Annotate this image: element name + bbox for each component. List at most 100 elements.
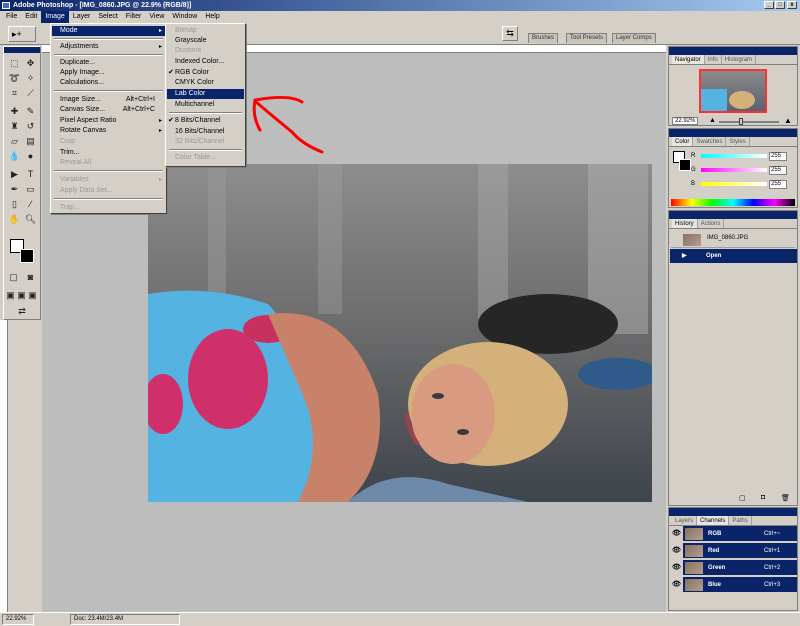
- palette-well-icon[interactable]: ⇆: [502, 26, 518, 41]
- new-snapshot-icon[interactable]: ◘: [761, 494, 765, 501]
- screen-mode-full-menu-icon[interactable]: ▣: [16, 289, 27, 301]
- menu-file[interactable]: File: [2, 11, 21, 23]
- tab-layers[interactable]: Layers: [672, 516, 698, 525]
- color-spectrum-bar[interactable]: [671, 199, 795, 206]
- well-tab-layer-comps[interactable]: Layer Comps: [612, 33, 656, 43]
- tab-channels[interactable]: Channels: [697, 516, 730, 525]
- color-bg-swatch[interactable]: [679, 159, 691, 171]
- color-g-value[interactable]: 255: [769, 166, 787, 175]
- color-g-slider[interactable]: [701, 168, 767, 172]
- gradient-tool-icon[interactable]: ▤: [24, 135, 37, 147]
- shape-tool-icon[interactable]: ▭: [24, 183, 37, 195]
- tab-swatches[interactable]: Swatches: [693, 137, 727, 146]
- brush-tool-icon[interactable]: ✎: [24, 105, 37, 117]
- standard-mode-icon[interactable]: ▢: [7, 271, 20, 283]
- menu-item-canvas-size[interactable]: Canvas Size... Alt+Ctrl+C: [52, 105, 165, 115]
- background-color-swatch[interactable]: [20, 249, 34, 263]
- menu-item-image-size[interactable]: Image Size... Alt+Ctrl+I: [52, 95, 165, 105]
- menu-item-trim[interactable]: Trim...: [52, 148, 165, 158]
- well-tab-tool-presets[interactable]: Tool Presets: [566, 33, 608, 43]
- channel-row-blue[interactable]: 👁︎ Blue Ctrl+3: [670, 577, 797, 593]
- zoom-slider-thumb[interactable]: [739, 118, 743, 125]
- trash-icon[interactable]: 🗑︎: [781, 494, 790, 502]
- well-tab-brushes[interactable]: Brushes: [528, 33, 559, 43]
- maximize-button[interactable]: □: [775, 1, 785, 9]
- mode-duotone[interactable]: Duotone: [167, 46, 244, 56]
- menu-window[interactable]: Window: [168, 11, 201, 23]
- mode-32-bits[interactable]: 32 Bits/Channel: [167, 137, 244, 147]
- tool-preset-picker[interactable]: ▸+: [8, 26, 36, 42]
- menu-item-adjustments[interactable]: Adjustments ▸: [52, 42, 165, 52]
- path-selection-tool-icon[interactable]: ▶: [8, 168, 21, 180]
- history-snapshot-row[interactable]: IMG_0860.JPG: [671, 232, 795, 248]
- eyedropper-tool-icon[interactable]: ⁄: [24, 198, 37, 210]
- tab-color[interactable]: Color: [672, 137, 694, 146]
- status-zoom[interactable]: 22.92%: [2, 614, 34, 625]
- visibility-eye-icon[interactable]: 👁︎: [670, 543, 683, 559]
- mode-8-bits[interactable]: ✔ 8 Bits/Channel: [167, 116, 244, 126]
- menu-item-reveal-all[interactable]: Reveal All: [52, 158, 165, 168]
- jump-to-imageready-icon[interactable]: ⇄: [10, 305, 34, 317]
- menu-item-mode[interactable]: Mode ▸: [52, 26, 165, 36]
- history-brush-tool-icon[interactable]: ↺: [24, 120, 37, 132]
- mode-16-bits[interactable]: 16 Bits/Channel: [167, 127, 244, 137]
- close-button[interactable]: x: [787, 1, 797, 9]
- hand-tool-icon[interactable]: ✋: [8, 213, 21, 225]
- document-image[interactable]: [148, 164, 652, 502]
- new-document-icon[interactable]: ▢: [739, 494, 746, 502]
- mode-color-table[interactable]: Color Table...: [167, 153, 244, 163]
- dodge-tool-icon[interactable]: ●: [24, 150, 37, 162]
- type-tool-icon[interactable]: T: [24, 168, 37, 180]
- menu-item-rotate-canvas[interactable]: Rotate Canvas ▸: [52, 126, 165, 136]
- menu-item-apply-image[interactable]: Apply Image...: [52, 68, 165, 78]
- color-b-value[interactable]: 255: [769, 180, 787, 189]
- menu-select[interactable]: Select: [94, 11, 121, 23]
- notes-tool-icon[interactable]: ▯: [8, 198, 21, 210]
- zoom-out-icon[interactable]: ▲: [709, 117, 716, 124]
- mode-lab-color[interactable]: Lab Color: [167, 89, 244, 99]
- lasso-tool-icon[interactable]: ➰: [8, 72, 21, 84]
- marquee-tool-icon[interactable]: ⬚: [8, 57, 21, 69]
- tab-navigator[interactable]: Navigator: [672, 55, 705, 64]
- menu-image[interactable]: Image: [41, 11, 69, 23]
- minimize-button[interactable]: _: [764, 1, 774, 9]
- menu-item-trap[interactable]: Trap...: [52, 203, 165, 213]
- color-b-slider[interactable]: [701, 182, 767, 186]
- pen-tool-icon[interactable]: ✒: [8, 183, 21, 195]
- tab-paths[interactable]: Paths: [729, 516, 752, 525]
- zoom-tool-icon[interactable]: 🔍︎: [24, 213, 37, 225]
- move-tool-icon[interactable]: ✥: [24, 57, 37, 69]
- menu-help[interactable]: Help: [201, 11, 223, 23]
- slice-tool-icon[interactable]: ⟋: [24, 87, 37, 99]
- menu-view[interactable]: View: [145, 11, 168, 23]
- color-r-value[interactable]: 255: [769, 152, 787, 161]
- healing-brush-tool-icon[interactable]: ✚: [8, 105, 21, 117]
- history-state-open[interactable]: ▶ Open: [670, 249, 797, 263]
- menu-item-calculations[interactable]: Calculations...: [52, 78, 165, 88]
- menu-edit[interactable]: Edit: [21, 11, 41, 23]
- mode-indexed-color[interactable]: Indexed Color...: [167, 57, 244, 67]
- visibility-eye-icon[interactable]: 👁︎: [670, 560, 683, 576]
- blur-tool-icon[interactable]: 💧: [8, 150, 21, 162]
- menu-item-pixel-aspect-ratio[interactable]: Pixel Aspect Ratio ▸: [52, 116, 165, 126]
- tab-actions[interactable]: Actions: [698, 219, 725, 228]
- mode-cmyk-color[interactable]: CMYK Color: [167, 78, 244, 88]
- menu-item-crop[interactable]: Crop: [52, 137, 165, 147]
- tab-styles[interactable]: Styles: [726, 137, 750, 146]
- channel-row-red[interactable]: 👁︎ Red Ctrl+1: [670, 543, 797, 559]
- tab-histogram[interactable]: Histogram: [722, 55, 757, 64]
- mode-multichannel[interactable]: Multichannel: [167, 100, 244, 110]
- status-doc-size[interactable]: Doc: 23.4M/23.4M: [70, 614, 180, 625]
- menu-item-apply-data-set[interactable]: Apply Data Set...: [52, 186, 165, 196]
- eraser-tool-icon[interactable]: ▱: [8, 135, 21, 147]
- menu-layer[interactable]: Layer: [69, 11, 95, 23]
- navigator-thumbnail[interactable]: [699, 69, 767, 113]
- mode-bitmap[interactable]: Bitmap: [167, 26, 244, 36]
- menu-item-variables[interactable]: Variables ▸: [52, 175, 165, 185]
- tab-info[interactable]: Info: [705, 55, 722, 64]
- screen-mode-standard-icon[interactable]: ▣: [5, 289, 16, 301]
- navigator-zoom-slider[interactable]: [719, 121, 779, 123]
- navigator-zoom-field[interactable]: 22.92%: [672, 117, 699, 125]
- magic-wand-tool-icon[interactable]: ✧: [24, 72, 37, 84]
- crop-tool-icon[interactable]: ⌗: [8, 87, 21, 99]
